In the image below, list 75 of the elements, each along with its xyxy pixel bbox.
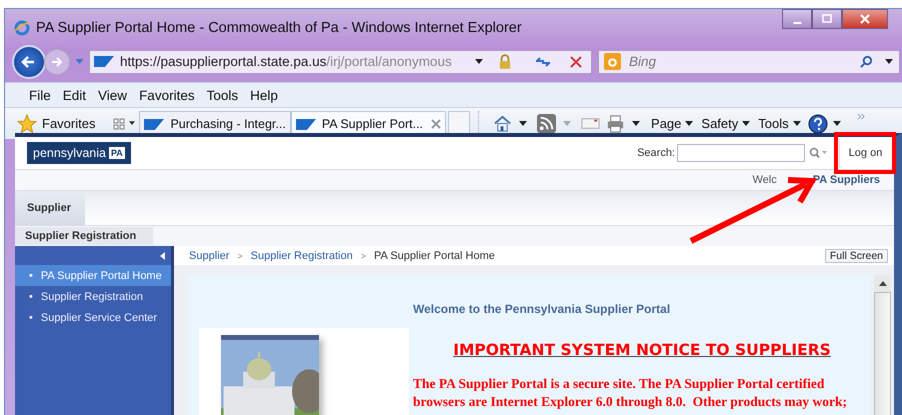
- caret-icon: [685, 120, 694, 126]
- dropdown-icon[interactable]: [129, 121, 136, 126]
- search-icon[interactable]: [809, 147, 827, 159]
- portal-logo: pennsylvania PA: [27, 142, 131, 164]
- chevron-icon[interactable]: [856, 112, 866, 120]
- padlock-icon[interactable]: [499, 54, 511, 70]
- home-icon[interactable]: [493, 114, 512, 133]
- scroll-up-icon[interactable]: [878, 281, 886, 286]
- help-icon[interactable]: [808, 114, 828, 134]
- maximize-icon: [821, 13, 833, 25]
- welcome-text: Welc: [752, 174, 777, 186]
- tab-title: Purchasing - Integr...: [170, 117, 286, 131]
- menu-item[interactable]: View: [98, 88, 128, 102]
- breadcrumb-separator: >: [237, 250, 243, 260]
- highlight-frame: [834, 132, 896, 174]
- breadcrumb-link[interactable]: Supplier: [189, 250, 230, 262]
- menu-item[interactable]: File: [29, 88, 51, 102]
- dropdown-icon[interactable]: [832, 120, 841, 126]
- navigation-item[interactable]: • Supplier Service Center: [15, 307, 171, 328]
- sub-navigation-tab[interactable]: Supplier Registration: [15, 227, 153, 245]
- search-field[interactable]: Bing: [598, 50, 900, 74]
- command-menu[interactable]: Safety: [698, 116, 754, 131]
- breadcrumb-current: PA Supplier Portal Home: [374, 250, 495, 262]
- scrollbar[interactable]: [874, 275, 891, 415]
- dropdown-icon[interactable]: [475, 58, 483, 64]
- breadcrumb-separator: >: [360, 250, 366, 260]
- caret-icon: [742, 120, 750, 126]
- feed-icon[interactable]: [537, 114, 556, 133]
- search-input[interactable]: Bing: [627, 53, 831, 70]
- stop-icon[interactable]: [569, 54, 583, 68]
- maximize-button[interactable]: [812, 9, 842, 29]
- tab-title: PA Supplier Port...: [322, 117, 424, 131]
- printer-icon[interactable]: [606, 114, 626, 133]
- menu-item[interactable]: Favorites: [139, 88, 195, 102]
- dropdown-icon[interactable]: [519, 120, 528, 126]
- minimize-icon: [792, 22, 802, 24]
- collapse-icon[interactable]: [160, 252, 165, 260]
- list-bullet: •: [29, 312, 33, 324]
- site-logo-icon: [144, 118, 164, 130]
- notice-paragraph: The PA Supplier Portal is a secure site. The PA Supplier Portal certified browsers are Internet Explorer 6.0 through 8.0. Other products may work;: [413, 375, 848, 411]
- close-button[interactable]: [842, 9, 888, 29]
- close-icon: [859, 13, 871, 25]
- navigation-tab[interactable]: Supplier: [15, 191, 85, 225]
- portal-search-field[interactable]: [677, 144, 805, 162]
- search-icon[interactable]: [860, 55, 873, 68]
- command-menu[interactable]: Tools: [755, 116, 804, 131]
- navigation-item[interactable]: • PA Supplier Portal Home: [15, 265, 171, 286]
- window-title: PA Supplier Portal Home - Commowealth of Pa - Windows Internet Explorer: [36, 20, 522, 36]
- url-text: https://pasupplierportal.state.pa.us/irj/portal/anonymous: [120, 54, 452, 69]
- navigation-item[interactable]: • Supplier Registration: [15, 286, 171, 307]
- menu-item[interactable]: Tools: [206, 88, 238, 102]
- address-field[interactable]: https://pasupplierportal.state.pa.us/irj/portal/anonymous: [89, 50, 592, 74]
- favorites-button[interactable]: Favorites: [17, 114, 96, 134]
- menu-item[interactable]: Help: [250, 88, 278, 102]
- caret-icon: [792, 120, 801, 126]
- command-menu[interactable]: Page: [648, 116, 696, 131]
- refresh-icon[interactable]: [535, 56, 551, 68]
- dropdown-icon[interactable]: [632, 120, 640, 126]
- search-label: Search:: [637, 147, 675, 159]
- back-button[interactable]: [12, 44, 46, 78]
- browser-logo-icon: [14, 20, 30, 36]
- list-bullet: •: [29, 290, 33, 302]
- close-icon[interactable]: [431, 119, 442, 129]
- site-logo-icon: [94, 56, 114, 67]
- minimize-button[interactable]: [782, 9, 812, 29]
- notice-heading: IMPORTANT SYSTEM NOTICE TO SUPPLIERS: [452, 341, 832, 359]
- site-logo-icon: [296, 118, 316, 130]
- list-bullet: •: [29, 270, 33, 282]
- star-icon: [17, 114, 37, 134]
- full-screen-button[interactable]: Full Screen: [824, 248, 888, 262]
- search-provider-icon: [604, 53, 621, 70]
- dropdown-icon[interactable]: [885, 58, 893, 64]
- breadcrumb-link[interactable]: Supplier Registration: [250, 250, 353, 262]
- welcome-heading: Welcome to the Pennsylvania Supplier Portal: [412, 301, 672, 316]
- menu-item[interactable]: Edit: [62, 88, 86, 102]
